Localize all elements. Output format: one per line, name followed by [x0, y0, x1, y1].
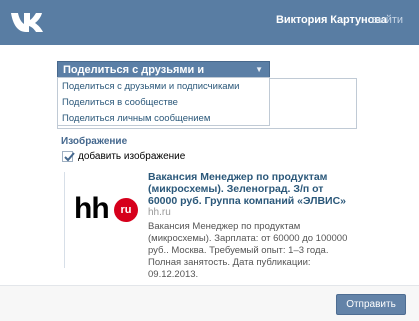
attachment-domain: hh.ru — [148, 207, 171, 218]
chevron-down-icon: ▼ — [255, 65, 263, 74]
share-option-private-message[interactable]: Поделиться личным сообщением — [62, 113, 210, 124]
add-image-checkbox[interactable] — [62, 151, 75, 162]
send-button[interactable]: Отправить — [336, 294, 406, 315]
attachment-title-link[interactable]: Вакансия Менеджер по продуктам (микросхе… — [148, 171, 350, 207]
image-section-title: Изображение — [61, 136, 128, 147]
attachment-divider — [64, 172, 65, 268]
share-option-community[interactable]: Поделиться в сообществе — [62, 97, 178, 108]
hh-logo-badge: ru — [114, 198, 138, 222]
vk-logo-icon[interactable] — [10, 10, 46, 32]
attachment-description: Вакансия Менеджер по продуктам (микросхе… — [148, 221, 348, 280]
add-image-label[interactable]: добавить изображение — [78, 151, 185, 162]
share-target-dropdown: Поделиться с друзьями и подписчиками Под… — [57, 77, 270, 126]
checkmark-icon — [64, 152, 75, 162]
top-header: Виктория Картунова выйти — [0, 0, 419, 45]
user-name-link[interactable]: Виктория Картунова — [276, 14, 387, 26]
share-option-friends[interactable]: Поделиться с друзьями и подписчиками — [62, 81, 239, 92]
hh-logo-icon[interactable]: hh ru — [74, 194, 138, 224]
share-target-select[interactable]: Поделиться с друзьями и подписчиками ▼ — [57, 61, 270, 88]
logout-link[interactable]: выйти — [372, 14, 403, 26]
hh-logo-text: hh — [74, 192, 110, 225]
